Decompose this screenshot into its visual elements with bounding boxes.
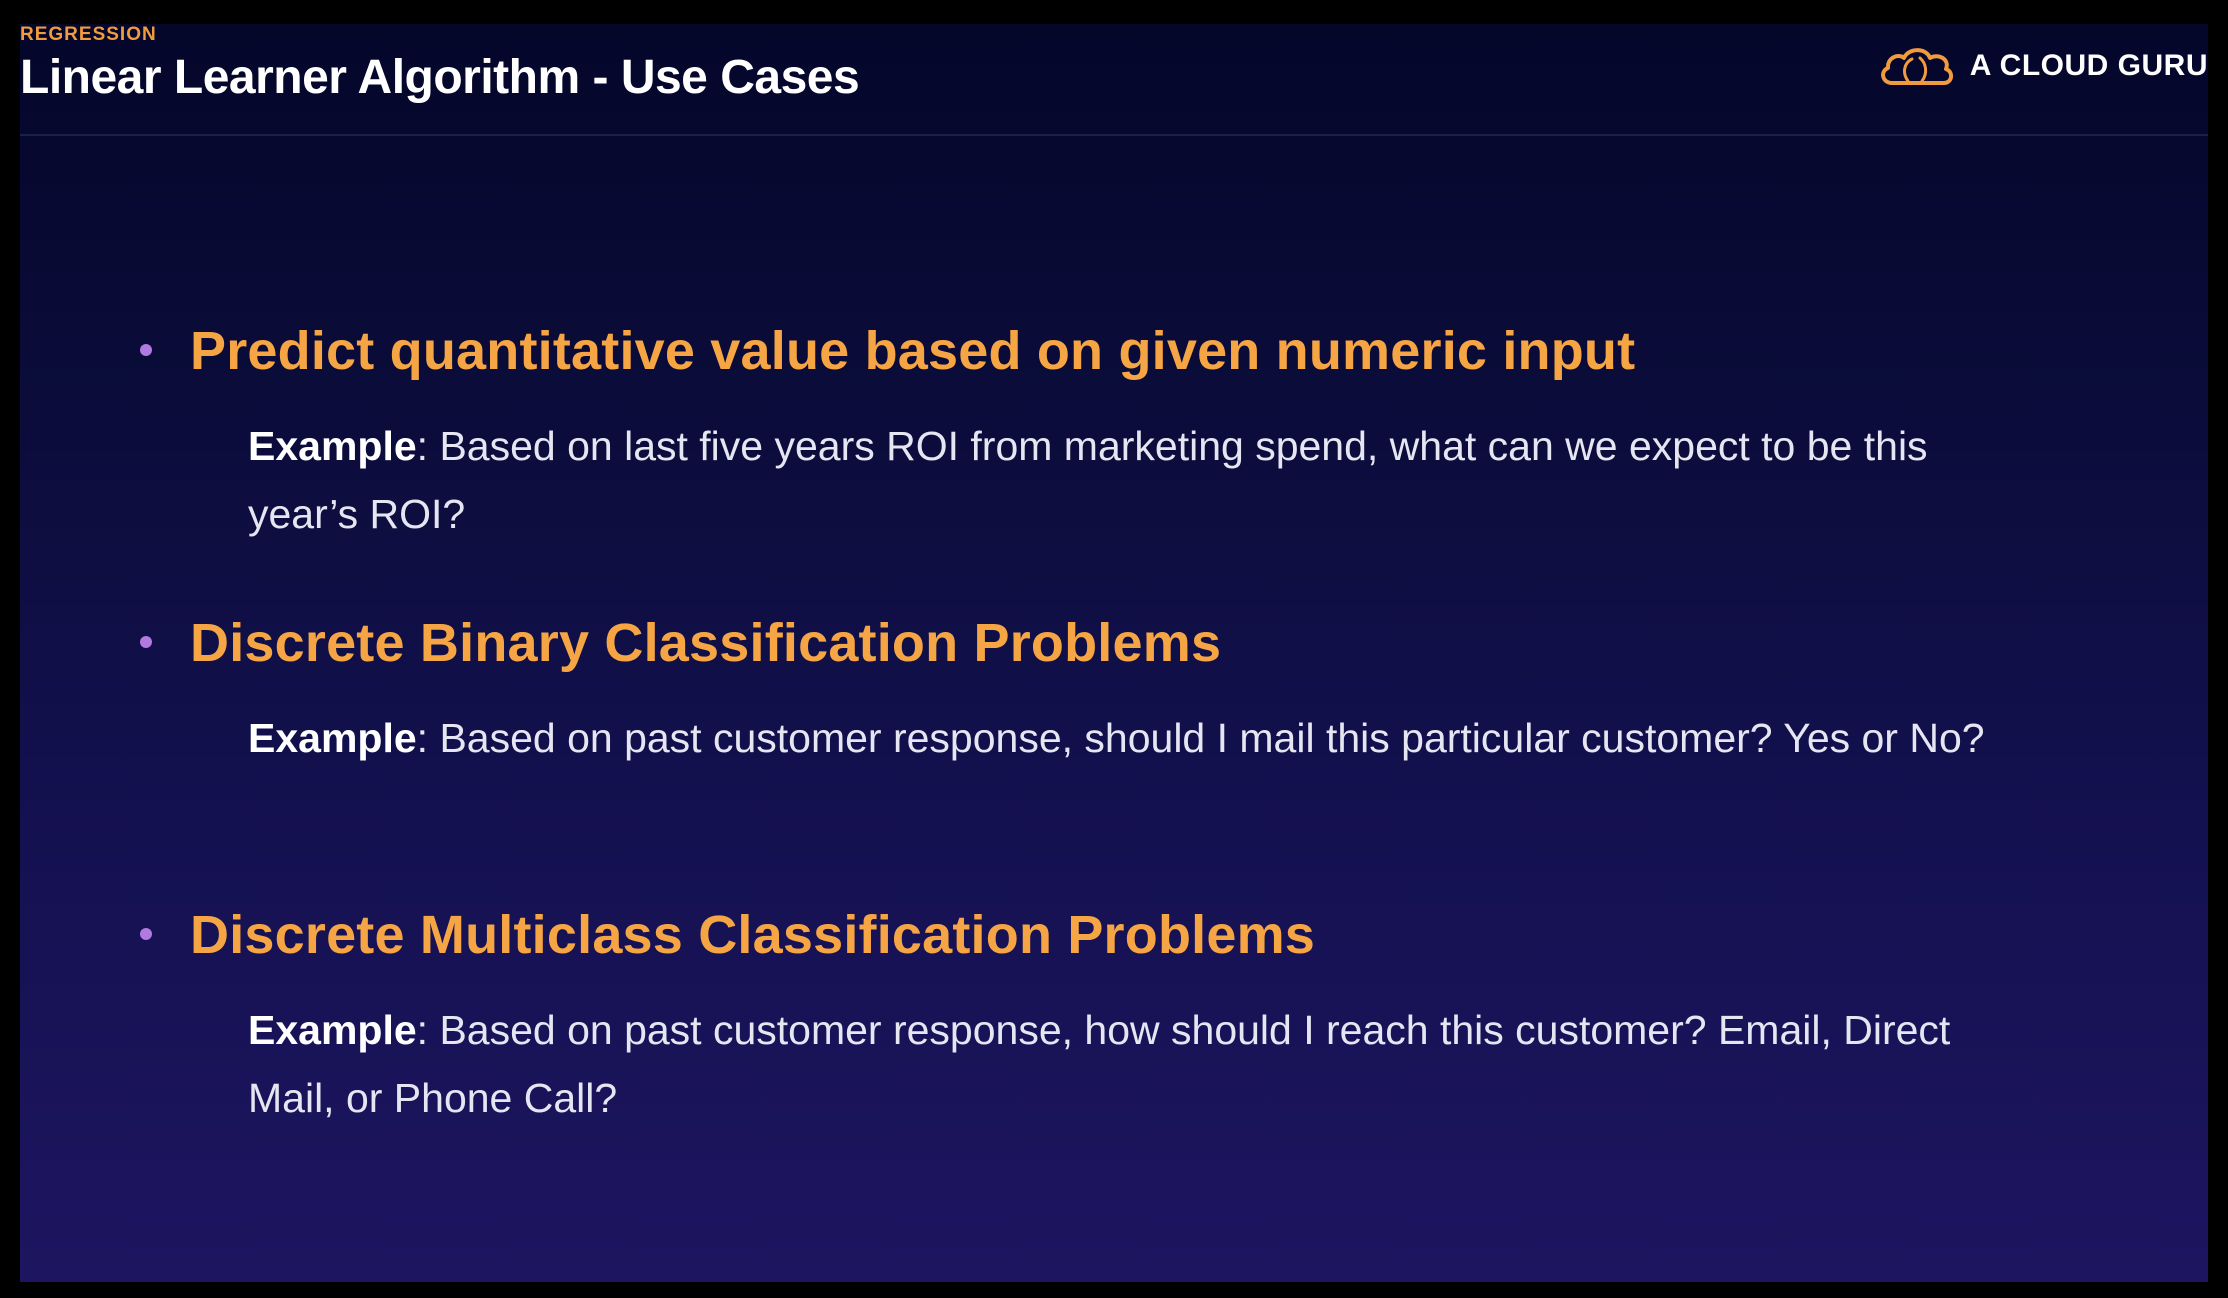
use-case-example: Example: Based on last five years ROI fr… [248, 412, 2008, 548]
use-case-heading-row: Discrete Multiclass Classification Probl… [140, 904, 2040, 974]
example-label: Example [248, 423, 417, 469]
example-text: : Based on last five years ROI from mark… [248, 423, 1928, 537]
use-case-heading: Discrete Multiclass Classification Probl… [190, 905, 1316, 965]
use-case-item: Predict quantitative value based on give… [140, 320, 2040, 537]
example-text: : Based on past customer response, shoul… [416, 715, 1985, 761]
use-case-heading: Discrete Binary Classification Problems [190, 613, 1222, 673]
use-case-item: Discrete Binary Classification Problems … [140, 612, 2040, 761]
example-text: : Based on past customer response, how s… [248, 1007, 1951, 1121]
use-case-example: Example: Based on past customer response… [248, 704, 2008, 772]
use-case-heading: Predict quantitative value based on give… [190, 321, 1636, 381]
bullet-dot-icon [140, 344, 152, 356]
bullet-dot-icon [140, 928, 152, 940]
example-label: Example [248, 1007, 417, 1053]
bullet-dot-icon [140, 636, 152, 648]
example-label: Example [248, 715, 417, 761]
use-case-item: Discrete Multiclass Classification Probl… [140, 904, 2040, 1121]
use-case-heading-row: Predict quantitative value based on give… [140, 320, 2040, 390]
slide: REGRESSION Linear Learner Algorithm - Us… [20, 24, 2208, 1282]
slide-content: Predict quantitative value based on give… [20, 24, 2208, 1282]
use-case-heading-row: Discrete Binary Classification Problems [140, 612, 2040, 682]
use-case-example: Example: Based on past customer response… [248, 996, 2008, 1132]
